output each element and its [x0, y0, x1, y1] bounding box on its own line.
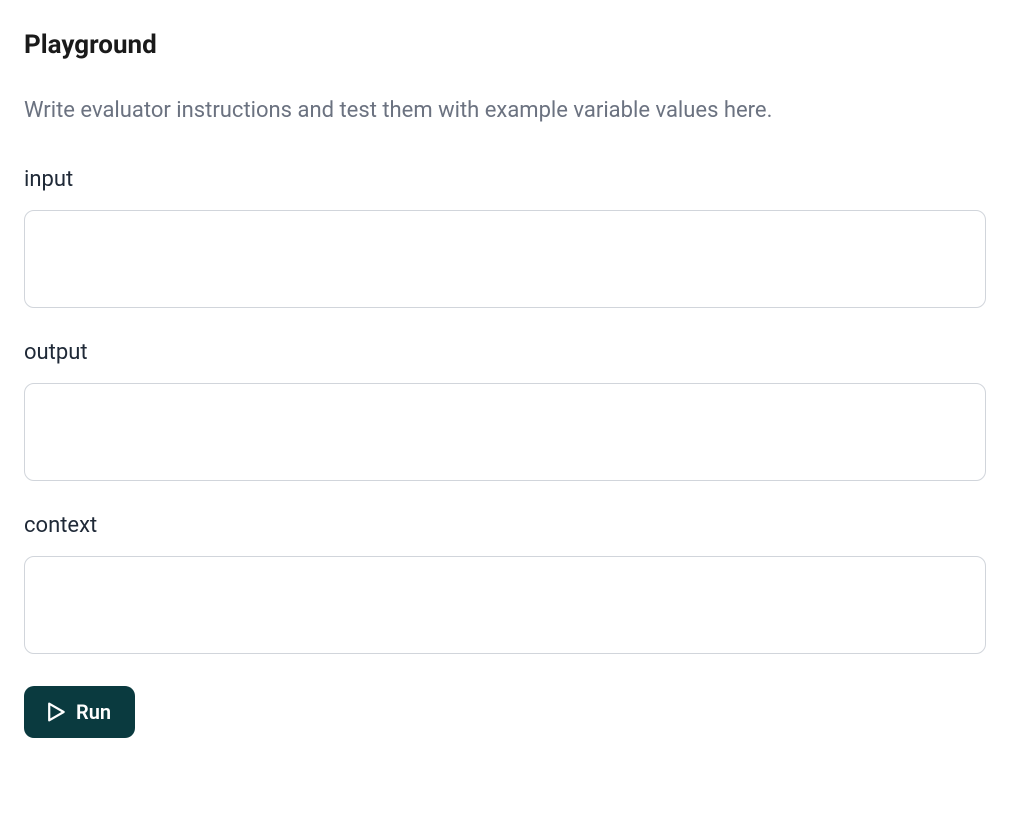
- input-textarea[interactable]: [24, 210, 986, 308]
- run-button-label: Run: [76, 700, 111, 724]
- context-label: context: [24, 513, 986, 538]
- output-textarea[interactable]: [24, 383, 986, 481]
- context-field-group: context: [24, 513, 986, 658]
- output-field-group: output: [24, 340, 986, 485]
- page-description: Write evaluator instructions and test th…: [24, 96, 986, 127]
- input-field-group: input: [24, 167, 986, 312]
- page-title: Playground: [24, 30, 986, 60]
- run-button[interactable]: Run: [24, 686, 135, 738]
- output-label: output: [24, 340, 986, 365]
- play-icon: [48, 702, 66, 722]
- input-label: input: [24, 167, 986, 192]
- context-textarea[interactable]: [24, 556, 986, 654]
